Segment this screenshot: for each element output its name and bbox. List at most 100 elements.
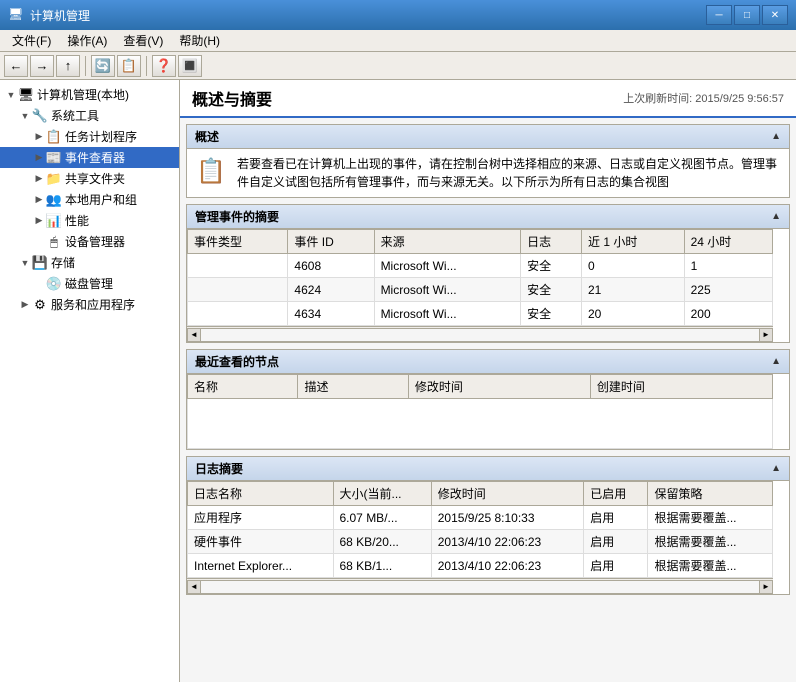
toolbar-sep1 [85,56,86,76]
log-col-policy: 保留策略 [648,482,773,506]
cell-hour24: 225 [684,278,772,302]
management-table-container: 事件类型 事件 ID 来源 日志 近 1 小时 24 小时 4608 Micro… [187,229,789,342]
sidebar-item-event-viewer[interactable]: ▶ 📰 事件查看器 [0,147,179,168]
overview-header-label: 概述 [195,128,219,145]
expander-performance: ▶ [32,214,46,228]
recent-nodes-label: 最近查看的节点 [195,353,279,370]
table-row[interactable]: 4624 Microsoft Wi... 安全 21 225 [188,278,773,302]
close-button[interactable]: ✕ [762,5,788,25]
cell-source: Microsoft Wi... [374,254,521,278]
menu-action[interactable]: 操作(A) [59,30,115,51]
label-services: 服务和应用程序 [51,296,135,313]
toolbar-back[interactable]: ← [4,55,28,77]
sidebar-item-local-users[interactable]: ▶ 👥 本地用户和组 [0,189,179,210]
icon-services: ⚙ [32,297,48,313]
log-col-enabled: 已启用 [584,482,648,506]
log-summary-label: 日志摘要 [195,460,243,477]
recent-table: 名称 描述 修改时间 创建时间 [187,374,773,449]
sidebar-item-root[interactable]: ▼ 🖥 计算机管理(本地) [0,84,179,105]
table-row[interactable]: 4608 Microsoft Wi... 安全 0 1 [188,254,773,278]
log-hscroll: ◄ ► [187,578,773,594]
log-hscroll-left[interactable]: ◄ [187,580,201,594]
label-system-tools: 系统工具 [51,107,99,124]
label-local-users: 本地用户和组 [65,191,137,208]
cell-event-id: 4634 [288,302,374,326]
cell-log-modified: 2013/4/10 22:06:23 [431,554,584,578]
hscroll-left[interactable]: ◄ [187,328,201,342]
icon-storage: 💾 [32,255,48,271]
cell-source: Microsoft Wi... [374,302,521,326]
icon-shared-folders: 📁 [46,171,62,187]
cell-log-enabled: 启用 [584,506,648,530]
log-col-size: 大小(当前... [333,482,431,506]
table-row[interactable]: 硬件事件 68 KB/20... 2013/4/10 22:06:23 启用 根… [188,530,773,554]
col-event-type: 事件类型 [188,230,288,254]
sidebar-item-services[interactable]: ▶ ⚙ 服务和应用程序 [0,294,179,315]
management-table: 事件类型 事件 ID 来源 日志 近 1 小时 24 小时 4608 Micro… [187,229,773,326]
title-bar: 🖥 计算机管理 ─ □ ✕ [0,0,796,30]
recent-col-name: 名称 [188,375,298,399]
maximize-button[interactable]: □ [734,5,760,25]
toolbar-help[interactable]: ❓ [152,55,176,77]
toolbar: ← → ↑ 🔄 📋 ❓ 🔳 [0,52,796,80]
recent-nodes-arrow: ▲ [771,356,781,367]
cell-log-policy: 根据需要覆盖... [648,506,773,530]
toolbar-export[interactable]: 📋 [117,55,141,77]
log-col-name: 日志名称 [188,482,334,506]
recent-nodes-header[interactable]: 最近查看的节点 ▲ [187,350,789,374]
log-col-modified: 修改时间 [431,482,584,506]
menu-file[interactable]: 文件(F) [4,30,59,51]
menu-help[interactable]: 帮助(H) [171,30,228,51]
icon-task-scheduler: 📋 [46,129,62,145]
management-summary-arrow: ▲ [771,211,781,222]
overview-text: 若要查看已在计算机上出现的事件，请在控制台树中选择相应的来源、日志或自定义视图节… [237,155,781,191]
cell-event-type [188,302,288,326]
toolbar-refresh[interactable]: 🔄 [91,55,115,77]
cell-log-name: 硬件事件 [188,530,334,554]
cell-log-size: 6.07 MB/... [333,506,431,530]
minimize-button[interactable]: ─ [706,5,732,25]
toolbar-forward[interactable]: → [30,55,54,77]
content-header: 概述与摘要 上次刷新时间: 2015/9/25 9:56:57 [180,80,796,118]
table-row[interactable]: Internet Explorer... 68 KB/1... 2013/4/1… [188,554,773,578]
label-shared-folders: 共享文件夹 [65,170,125,187]
table-row[interactable]: 应用程序 6.07 MB/... 2015/9/25 8:10:33 启用 根据… [188,506,773,530]
hscroll-track[interactable] [201,328,759,342]
log-summary-header[interactable]: 日志摘要 ▲ [187,457,789,481]
table-row[interactable]: 4634 Microsoft Wi... 安全 20 200 [188,302,773,326]
cell-log-modified: 2013/4/10 22:06:23 [431,530,584,554]
overview-icon: 📋 [195,155,227,187]
recent-col-created: 创建时间 [590,375,772,399]
log-hscroll-track[interactable] [201,580,759,594]
sidebar-item-task-scheduler[interactable]: ▶ 📋 任务计划程序 [0,126,179,147]
col-event-id: 事件 ID [288,230,374,254]
label-performance: 性能 [65,212,89,229]
overview-arrow: ▲ [771,131,781,142]
sidebar-item-storage[interactable]: ▼ 💾 存储 [0,252,179,273]
toolbar-up[interactable]: ↑ [56,55,80,77]
cell-event-type [188,278,288,302]
log-hscroll-right[interactable]: ► [759,580,773,594]
sidebar-item-shared-folders[interactable]: ▶ 📁 共享文件夹 [0,168,179,189]
expander-local-users: ▶ [32,193,46,207]
menu-view[interactable]: 查看(V) [115,30,171,51]
cell-event-id: 4624 [288,278,374,302]
sidebar-item-device-manager[interactable]: 🖱 设备管理器 [0,231,179,252]
toolbar-sep2 [146,56,147,76]
icon-performance: 📊 [46,213,62,229]
management-summary-header[interactable]: 管理事件的摘要 ▲ [187,205,789,229]
overview-header[interactable]: 概述 ▲ [187,125,789,149]
cell-hour24: 200 [684,302,772,326]
hscroll-right[interactable]: ► [759,328,773,342]
sidebar-item-performance[interactable]: ▶ 📊 性能 [0,210,179,231]
sidebar-item-disk-management[interactable]: 💿 磁盘管理 [0,273,179,294]
toolbar-properties[interactable]: 🔳 [178,55,202,77]
log-summary-section: 日志摘要 ▲ 日志名称 大小(当前... 修改时间 已启用 保留策略 [186,456,790,595]
cell-log: 安全 [521,254,582,278]
cell-event-id: 4608 [288,254,374,278]
label-storage: 存储 [51,254,75,271]
sidebar-item-system-tools[interactable]: ▼ 🔧 系统工具 [0,105,179,126]
overview-row: 📋 若要查看已在计算机上出现的事件，请在控制台树中选择相应的来源、日志或自定义视… [195,155,781,191]
last-refresh: 上次刷新时间: 2015/9/25 9:56:57 [623,90,784,106]
col-log: 日志 [521,230,582,254]
